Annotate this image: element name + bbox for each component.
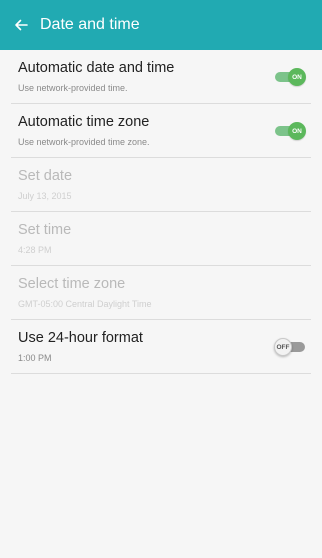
setting-title: Automatic time zone — [18, 114, 150, 130]
toggle-knob: OFF — [274, 338, 292, 356]
24-hour-format-toggle[interactable]: OFF — [274, 338, 305, 356]
setting-automatic-time-zone[interactable]: Automatic time zone Use network-provided… — [11, 104, 311, 158]
setting-subtitle: 1:00 PM — [18, 353, 52, 363]
automatic-date-time-toggle[interactable]: ON — [275, 68, 306, 86]
setting-title: Select time zone — [18, 276, 126, 292]
settings-list: Automatic date and time Use network-prov… — [0, 50, 322, 374]
setting-subtitle: Use network-provided time zone. — [18, 137, 150, 147]
setting-select-time-zone: Select time zone GMT-05:00 Central Dayli… — [11, 266, 311, 320]
setting-title: Automatic date and time — [18, 60, 175, 76]
setting-set-date: Set date July 13, 2015 — [11, 158, 311, 212]
toggle-knob: ON — [288, 122, 306, 140]
setting-title: Set time — [18, 222, 72, 238]
page-title: Date and time — [40, 16, 140, 33]
setting-subtitle: July 13, 2015 — [18, 191, 72, 201]
setting-24-hour-format[interactable]: Use 24-hour format 1:00 PM OFF — [11, 320, 311, 374]
setting-subtitle: GMT-05:00 Central Daylight Time — [18, 299, 152, 309]
setting-title: Set date — [18, 168, 73, 184]
setting-subtitle: 4:28 PM — [18, 245, 52, 255]
toggle-knob: ON — [288, 68, 306, 86]
automatic-time-zone-toggle[interactable]: ON — [275, 122, 306, 140]
setting-set-time: Set time 4:28 PM — [11, 212, 311, 266]
app-bar: Date and time — [0, 0, 322, 50]
setting-automatic-date-time[interactable]: Automatic date and time Use network-prov… — [11, 50, 311, 104]
setting-title: Use 24-hour format — [18, 330, 143, 346]
arrow-left-icon[interactable] — [0, 0, 36, 50]
setting-subtitle: Use network-provided time. — [18, 83, 128, 93]
